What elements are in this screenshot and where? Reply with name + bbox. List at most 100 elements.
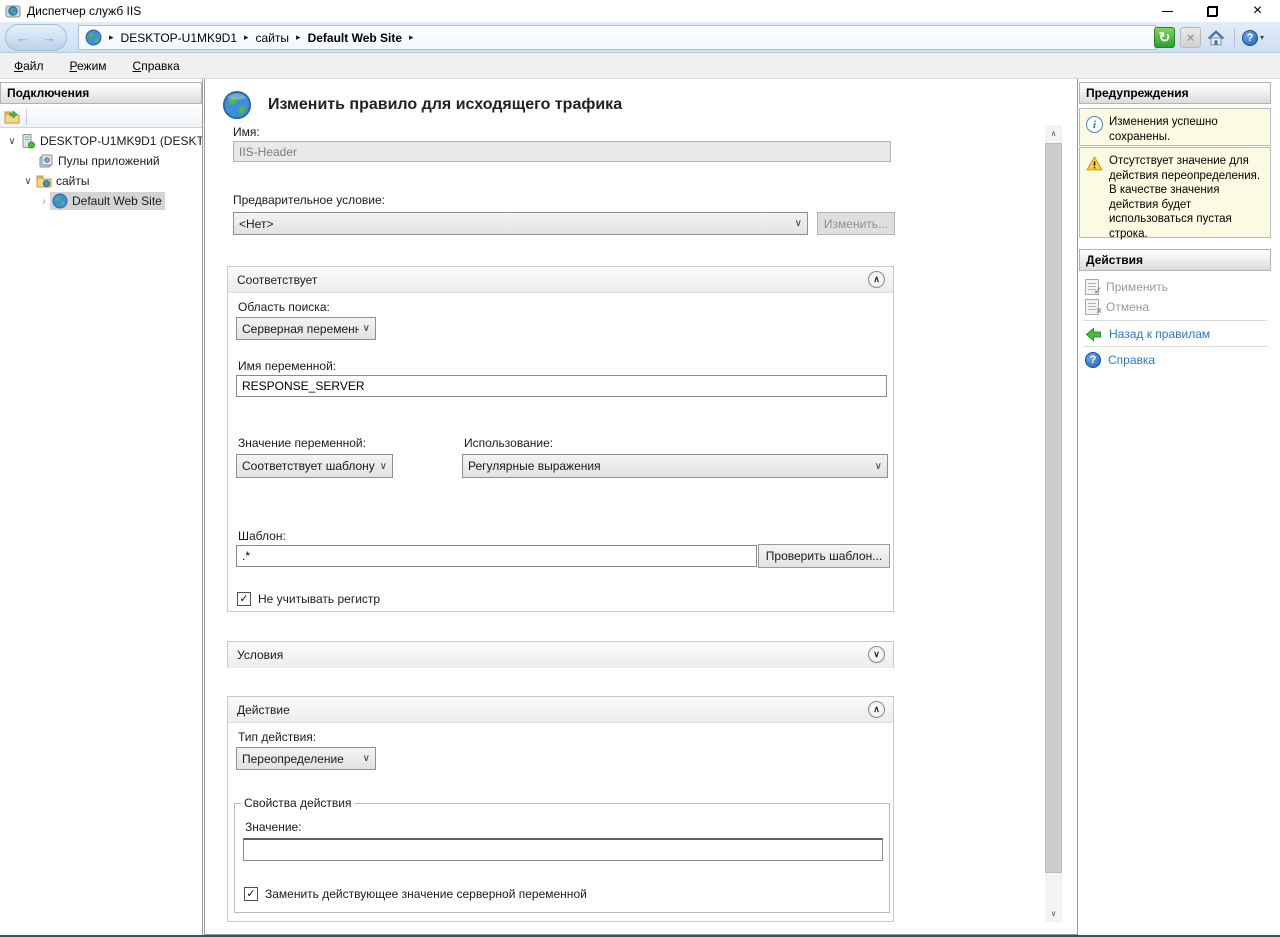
breadcrumb-arrow-icon[interactable]: ▸ (296, 32, 301, 43)
home-button[interactable] (1206, 27, 1227, 48)
tree-expanded-icon[interactable]: ∨ (22, 176, 34, 187)
scope-select[interactable]: Серверная переменн ∨ (236, 317, 376, 340)
apply-button: ✓ Применить (1085, 277, 1271, 297)
match-section-header[interactable]: Соответствует ∧ (228, 267, 893, 293)
forward-button[interactable]: → (43, 31, 56, 44)
back-to-rules-link[interactable]: Назад к правилам (1085, 324, 1271, 344)
value-label: Значение: (245, 820, 302, 834)
ignore-case-row: ✓ Не учитывать регистр (237, 592, 380, 606)
tree-item-label: Default Web Site (72, 194, 162, 208)
action-type-select[interactable]: Переопределение ∨ (236, 747, 376, 770)
tree-item-app-pools[interactable]: Пулы приложений (0, 151, 202, 171)
close-icon: × (1253, 3, 1262, 19)
scroll-up-button[interactable]: ∧ (1045, 125, 1062, 142)
using-select[interactable]: Регулярные выражения ∨ (462, 454, 888, 478)
breadcrumb-arrow-icon[interactable]: ▸ (409, 32, 414, 43)
tree-expanded-icon[interactable]: ∨ (6, 136, 18, 147)
breadcrumb-item-sites[interactable]: сайты (256, 31, 290, 45)
variable-name-label: Имя переменной: (238, 359, 336, 373)
page-title: Изменить правило для исходящего трафика (268, 96, 622, 114)
breadcrumb-item-server[interactable]: DESKTOP-U1MK9D1 (121, 31, 237, 45)
address-toolbar: ↻ × ? ▾ (1154, 26, 1264, 49)
scroll-down-button[interactable]: ∨ (1045, 905, 1062, 922)
right-panel: Предупреждения i Изменения успешно сохра… (1079, 79, 1280, 935)
chevron-down-icon: ∨ (795, 218, 802, 229)
cancel-icon: × (1085, 299, 1099, 315)
collapse-icon[interactable]: ∧ (868, 701, 885, 718)
tree-item-default-web-site[interactable]: › Default Web Site (0, 191, 202, 211)
value-input[interactable] (243, 838, 883, 861)
connections-tree: ∨ DESKTOP-U1MK9D1 (DESKTOP Пулы приложен… (0, 131, 202, 211)
tree-item-sites[interactable]: ∨ сайты (0, 171, 202, 191)
test-pattern-button[interactable]: Проверить шаблон... (758, 544, 890, 568)
alert-warning-text: Отсутствует значение для действия переоп… (1109, 154, 1266, 231)
restore-button[interactable] (1190, 0, 1235, 22)
action-properties-legend: Свойства действия (241, 796, 354, 810)
breadcrumb[interactable]: ▸ DESKTOP-U1MK9D1 ▸ сайты ▸ Default Web … (78, 25, 1156, 50)
tree-item-server[interactable]: ∨ DESKTOP-U1MK9D1 (DESKTOP (0, 131, 202, 151)
nav-buttons: ← → (5, 24, 67, 51)
refresh-button[interactable]: ↻ (1154, 27, 1175, 48)
tree-collapsed-icon[interactable]: › (38, 196, 50, 207)
precondition-value: <Нет> (239, 217, 273, 231)
pattern-input[interactable] (236, 545, 757, 567)
actions-separator (1083, 346, 1267, 347)
breadcrumb-arrow-icon[interactable]: ▸ (244, 32, 249, 43)
edit-precondition-button[interactable]: Изменить... (817, 212, 895, 235)
menu-help[interactable]: Справка (133, 59, 180, 73)
tree-item-label: сайты (56, 174, 90, 188)
scope-value: Серверная переменн (242, 322, 359, 336)
tree-item-label: DESKTOP-U1MK9D1 (DESKTOP (40, 134, 202, 148)
menu-file[interactable]: Файл (14, 59, 44, 73)
actions-header: Действия (1079, 249, 1271, 271)
tree-selection: Default Web Site (50, 192, 165, 210)
toolbar-separator (26, 109, 27, 125)
address-bar: ← → ▸ DESKTOP-U1MK9D1 ▸ сайты ▸ Default … (0, 22, 1280, 53)
expand-icon[interactable]: ∨ (868, 646, 885, 663)
window-controls: × (1145, 0, 1280, 22)
action-section-header[interactable]: Действие ∧ (228, 697, 893, 723)
variable-value-value: Соответствует шаблону (242, 459, 375, 473)
match-section-title: Соответствует (237, 273, 317, 287)
save-connections-icon[interactable] (4, 109, 20, 125)
toolbar-separator (1234, 29, 1235, 47)
back-arrow-icon (1085, 327, 1102, 342)
help-link[interactable]: ? Справка (1085, 350, 1271, 370)
home-icon (1207, 29, 1225, 47)
sites-folder-icon (36, 173, 52, 189)
replace-value-row: ✓ Заменить действующее значение серверно… (244, 887, 587, 901)
scrollbar-thumb[interactable] (1045, 143, 1062, 873)
match-section: Соответствует ∧ Область поиска: Серверна… (227, 266, 894, 612)
minimize-icon (1162, 11, 1173, 12)
cancel-label: Отмена (1106, 300, 1149, 314)
back-button[interactable]: ← (17, 31, 30, 44)
precondition-select[interactable]: <Нет> ∨ (233, 212, 808, 235)
chevron-down-icon: ∨ (875, 461, 882, 472)
apply-icon: ✓ (1085, 279, 1099, 295)
chevron-down-icon: ∨ (363, 323, 370, 334)
variable-value-select[interactable]: Соответствует шаблону ∨ (236, 454, 393, 478)
help-button[interactable]: ? ▾ (1242, 30, 1264, 46)
help-icon: ? (1242, 30, 1258, 46)
replace-value-checkbox[interactable]: ✓ (244, 887, 258, 901)
menu-view[interactable]: Режим (70, 59, 107, 73)
vertical-scrollbar[interactable]: ∧ ∨ (1045, 125, 1062, 922)
stop-button[interactable]: × (1180, 27, 1201, 48)
action-section-title: Действие (237, 703, 290, 717)
name-input (233, 141, 891, 162)
restore-icon (1207, 6, 1218, 17)
connections-toolbar (0, 106, 202, 128)
collapse-icon[interactable]: ∧ (868, 271, 885, 288)
conditions-section-header[interactable]: Условия ∨ (228, 642, 893, 668)
tree-item-label: Пулы приложений (58, 154, 160, 168)
name-label: Имя: (233, 125, 260, 139)
breadcrumb-item-site[interactable]: Default Web Site (308, 31, 402, 45)
connections-panel: Подключения ∨ DESKTOP-U1MK9D1 (DESKTOP (0, 79, 203, 935)
connections-header: Подключения (0, 82, 202, 104)
help-icon: ? (1085, 352, 1101, 368)
minimize-button[interactable] (1145, 0, 1190, 22)
ignore-case-checkbox[interactable]: ✓ (237, 592, 251, 606)
close-button[interactable]: × (1235, 0, 1280, 22)
variable-name-input[interactable] (236, 375, 887, 397)
title-bar: Диспетчер служб IIS × (0, 0, 1280, 22)
